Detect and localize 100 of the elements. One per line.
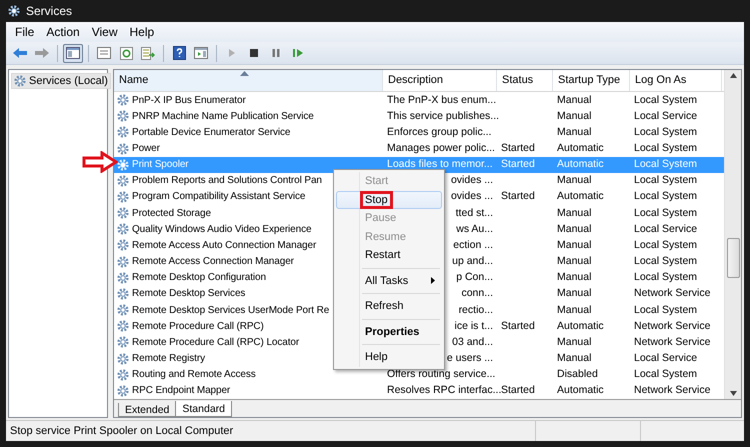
context-menu-item[interactable]: Refresh bbox=[336, 297, 442, 316]
gear-icon bbox=[117, 256, 129, 268]
view-tab[interactable]: Extended bbox=[118, 403, 176, 417]
table-cell-text: Enforces group polic... bbox=[386, 126, 492, 139]
pause-icon bbox=[271, 48, 281, 58]
service-name[interactable]: Portable Device Enumerator Service bbox=[114, 126, 290, 139]
table-cell-text: Started bbox=[500, 320, 535, 333]
service-name[interactable]: Remote Procedure Call (RPC) bbox=[114, 320, 264, 333]
table-cell-text: Manual bbox=[556, 304, 592, 317]
service-name[interactable]: Problem Reports and Solutions Control Pan bbox=[114, 174, 322, 188]
table-cell-text: Local Service bbox=[633, 352, 698, 366]
scrollbar-thumb[interactable] bbox=[726, 238, 740, 278]
gear-icon bbox=[117, 126, 129, 138]
help-icon bbox=[172, 46, 186, 60]
column-header[interactable]: Name bbox=[114, 70, 383, 91]
play-icon bbox=[227, 48, 237, 58]
gear-icon bbox=[117, 158, 129, 171]
table-cell-text: Automatic bbox=[556, 320, 604, 333]
table-cell-text: Local System bbox=[633, 255, 698, 268]
menu-item[interactable]: Help bbox=[124, 25, 160, 39]
service-name[interactable]: Remote Registry bbox=[114, 352, 205, 366]
table-cell-text: Started bbox=[500, 142, 535, 156]
gear-icon bbox=[117, 272, 129, 284]
table-cell: ovides ... bbox=[450, 190, 493, 204]
table-cell-text: Started bbox=[500, 190, 535, 204]
service-name[interactable]: Protected Storage bbox=[114, 206, 211, 220]
table-cell: conn... bbox=[461, 287, 493, 300]
table-cell-text: Local Service bbox=[633, 222, 698, 236]
tree-item[interactable]: Services (Local) bbox=[11, 73, 111, 89]
service-name[interactable]: Remote Access Auto Connection Manager bbox=[114, 238, 316, 252]
table-cell: tted st... bbox=[456, 206, 493, 220]
table-cell-text: Manual bbox=[556, 206, 592, 220]
scroll-up-icon[interactable] bbox=[730, 73, 736, 78]
service-name[interactable]: Remote Desktop Services bbox=[114, 287, 246, 300]
gear-icon bbox=[117, 336, 129, 348]
table-cell-text: Automatic bbox=[556, 190, 604, 204]
context-menu-item[interactable]: Properties bbox=[336, 322, 442, 341]
gear-icon bbox=[8, 5, 20, 17]
gear-icon bbox=[117, 368, 129, 381]
context-menu-item[interactable]: Stop bbox=[336, 190, 442, 209]
action-pane-icon bbox=[194, 47, 208, 59]
table-cell-text: Local System bbox=[633, 158, 698, 172]
table-cell: e users ... bbox=[446, 352, 493, 366]
table-cell-text: Loads files to memor... bbox=[386, 158, 493, 172]
status-text: Stop service Print Spooler on Local Computer bbox=[9, 425, 234, 437]
table-cell-text: Started bbox=[500, 158, 535, 172]
table-cell-text: Offers routing service... bbox=[386, 368, 496, 382]
sort-caret-icon bbox=[240, 71, 249, 76]
stop-icon bbox=[249, 48, 259, 58]
service-name[interactable]: Remote Desktop Services UserMode Port Re bbox=[114, 304, 330, 317]
table-cell: 03 and... bbox=[452, 336, 493, 349]
view-tab[interactable]: Standard bbox=[175, 401, 232, 417]
gear-icon bbox=[117, 223, 129, 236]
gear-icon bbox=[14, 75, 26, 87]
gear-icon bbox=[117, 239, 129, 252]
gear-icon bbox=[117, 207, 129, 220]
context-menu-item[interactable]: Help bbox=[336, 348, 442, 366]
service-name[interactable]: Remote Access Connection Manager bbox=[114, 255, 294, 268]
service-name[interactable]: Power bbox=[114, 142, 160, 156]
gear-icon bbox=[117, 304, 129, 316]
export-list-icon bbox=[141, 46, 155, 60]
service-name[interactable]: PNRP Machine Name Publication Service bbox=[114, 110, 314, 123]
table-cell-text: Local System bbox=[633, 206, 698, 220]
table-cell: ws Au... bbox=[456, 222, 493, 236]
service-name[interactable]: Quality Windows Audio Video Experience bbox=[114, 222, 312, 236]
menu-item[interactable]: File bbox=[9, 25, 40, 39]
back-arrow-icon bbox=[12, 47, 28, 59]
toolbar-button[interactable] bbox=[63, 44, 83, 62]
service-name[interactable]: Remote Procedure Call (RPC) Locator bbox=[114, 336, 300, 349]
gear-icon bbox=[117, 384, 129, 397]
tree-pane-icon bbox=[66, 47, 80, 59]
submenu-arrow-icon bbox=[431, 277, 435, 284]
scrollbar[interactable] bbox=[724, 70, 741, 399]
table-cell-text: Manual bbox=[556, 271, 592, 284]
service-name[interactable]: Program Compatibility Assistant Service bbox=[114, 190, 306, 204]
context-menu-item[interactable]: Restart bbox=[336, 246, 442, 264]
forward-arrow-icon bbox=[34, 47, 50, 59]
table-cell-text: This service publishes... bbox=[386, 110, 500, 123]
gear-icon bbox=[117, 190, 129, 203]
restart-icon bbox=[292, 48, 304, 58]
table-cell-text: Local System bbox=[633, 174, 698, 188]
table-cell-text: Local System bbox=[633, 304, 698, 317]
table-cell-text: Automatic bbox=[556, 384, 604, 398]
properties-icon bbox=[97, 47, 111, 59]
scroll-down-icon[interactable] bbox=[730, 391, 736, 396]
table-cell: ection ... bbox=[453, 238, 493, 252]
gear-icon bbox=[117, 110, 129, 122]
table-cell-text: Local System bbox=[633, 142, 698, 156]
menu-item[interactable]: Action bbox=[40, 25, 86, 39]
table-cell-text: Resolves RPC interfac... bbox=[386, 384, 502, 398]
service-name[interactable]: Remote Desktop Configuration bbox=[114, 271, 266, 284]
table-cell-text: Local System bbox=[633, 271, 698, 284]
context-menu-item[interactable]: All Tasks bbox=[336, 272, 442, 290]
menu-item[interactable]: View bbox=[86, 25, 124, 39]
gear-icon bbox=[117, 174, 129, 187]
table-cell-text: Manual bbox=[556, 222, 592, 236]
service-name[interactable]: RPC Endpoint Mapper bbox=[114, 384, 230, 398]
table-cell-text: Manages power polic... bbox=[386, 142, 495, 156]
service-name[interactable]: PnP-X IP Bus Enumerator bbox=[114, 94, 246, 107]
service-name[interactable]: Routing and Remote Access bbox=[114, 368, 256, 382]
